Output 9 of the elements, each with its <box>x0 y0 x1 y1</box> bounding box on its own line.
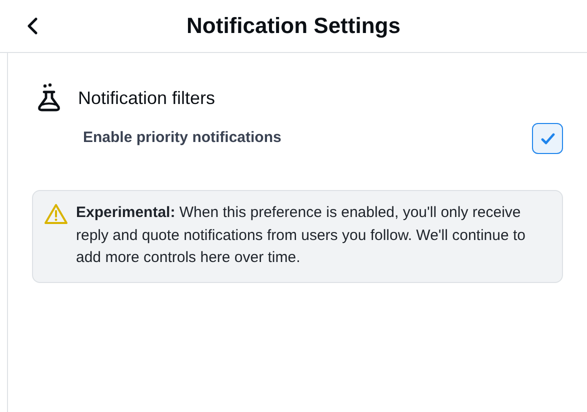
option-label: Enable priority notifications <box>83 128 282 148</box>
notice-text: Experimental: When this preference is enabled, you'll only receive reply and quote notifications from users you follow. We'll continue to add more controls here over time. <box>76 203 526 268</box>
flask-icon <box>36 83 62 112</box>
checkbox[interactable] <box>532 123 563 154</box>
warning-icon <box>44 203 68 225</box>
page-title: Notification Settings <box>186 13 400 38</box>
section-heading: Notification filters <box>78 86 216 108</box>
check-icon <box>540 132 554 144</box>
back-icon <box>26 16 40 36</box>
